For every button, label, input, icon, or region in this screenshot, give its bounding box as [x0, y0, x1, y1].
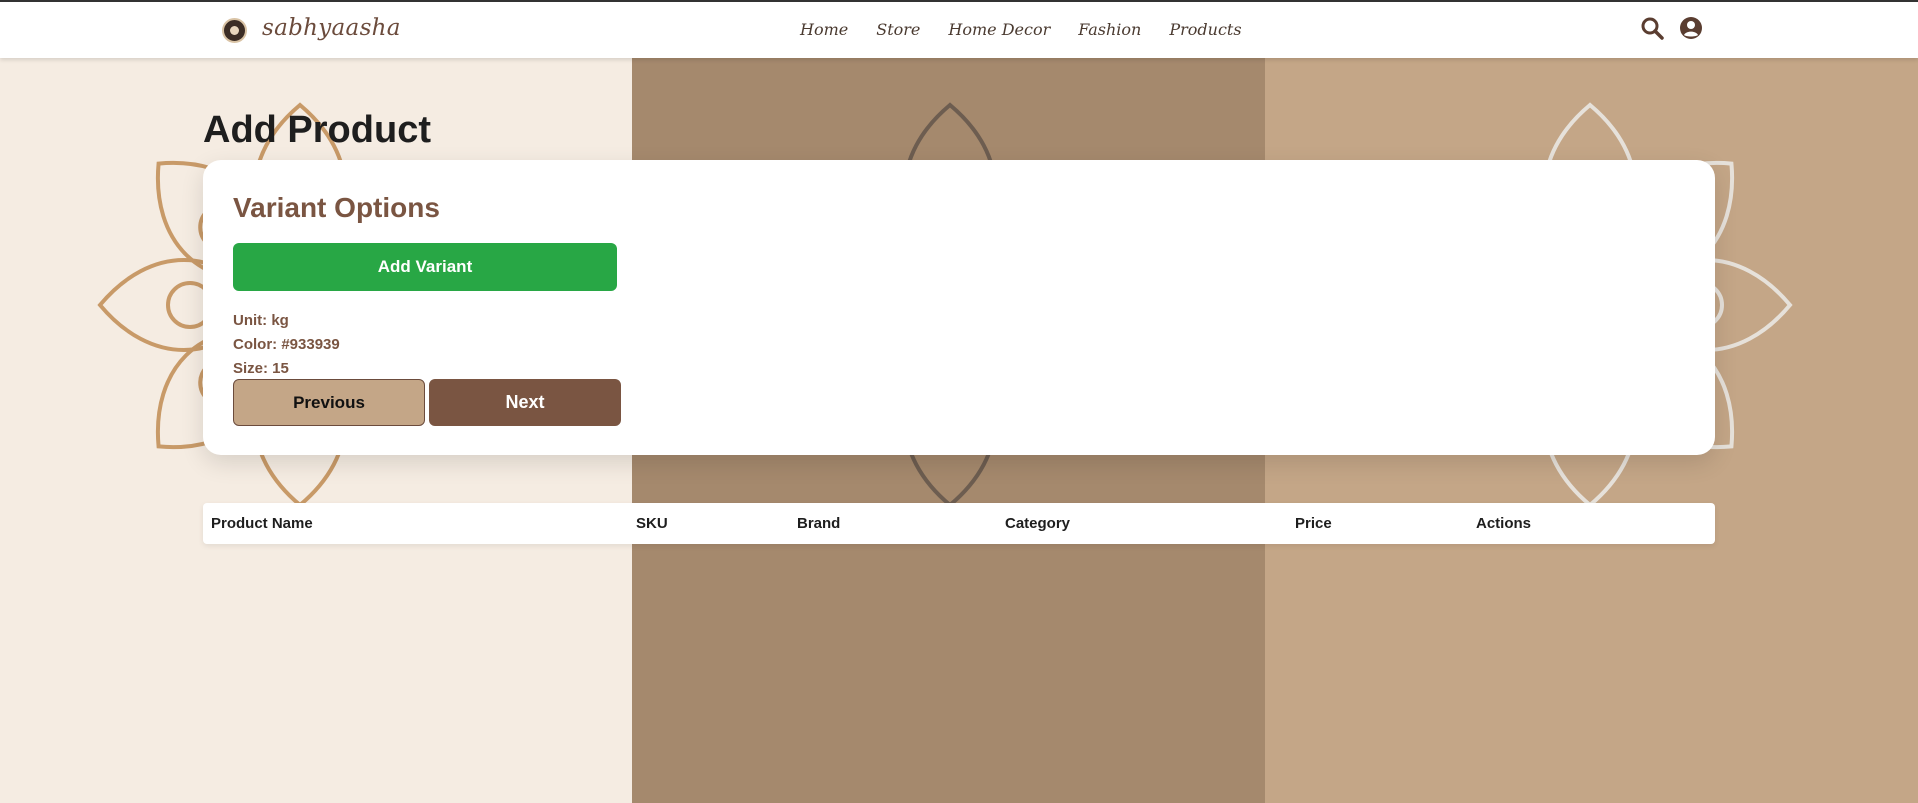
column-brand: Brand	[797, 515, 841, 532]
nav-home[interactable]: Home	[800, 20, 848, 39]
column-price: Price	[1295, 515, 1332, 532]
page-title: Add Product	[203, 109, 431, 151]
add-variant-button[interactable]: Add Variant	[233, 243, 617, 291]
logo-icon[interactable]	[222, 18, 247, 43]
variant-unit: Unit: kg	[233, 312, 289, 329]
main-nav: Home Store Home Decor Fashion Products	[800, 20, 1242, 39]
search-icon[interactable]	[1640, 16, 1664, 40]
products-table-header: Product Name SKU Brand Category Price Ac…	[203, 503, 1715, 544]
nav-store[interactable]: Store	[876, 20, 920, 39]
variant-details: Unit: kg Color: #933939 Size: 15	[233, 309, 340, 381]
next-button[interactable]: Next	[429, 379, 621, 426]
brand-name[interactable]: sabhyaasha	[262, 15, 401, 41]
variant-size: Size: 15	[233, 360, 289, 377]
column-actions: Actions	[1476, 515, 1532, 532]
column-sku: SKU	[636, 515, 668, 532]
nav-fashion[interactable]: Fashion	[1078, 20, 1141, 39]
previous-button[interactable]: Previous	[233, 379, 425, 426]
top-navigation-bar: sabhyaasha Home Store Home Decor Fashion…	[0, 0, 1918, 58]
nav-home-decor[interactable]: Home Decor	[948, 20, 1050, 39]
variant-color: Color: #933939	[233, 336, 340, 353]
variant-options-card: Variant Options Add Variant Unit: kg Col…	[203, 160, 1715, 455]
variant-options-title: Variant Options	[233, 192, 440, 223]
column-product-name: Product Name	[211, 515, 313, 532]
nav-products[interactable]: Products	[1169, 20, 1241, 39]
column-category: Category	[1005, 515, 1071, 532]
user-circle-icon[interactable]	[1679, 16, 1703, 40]
